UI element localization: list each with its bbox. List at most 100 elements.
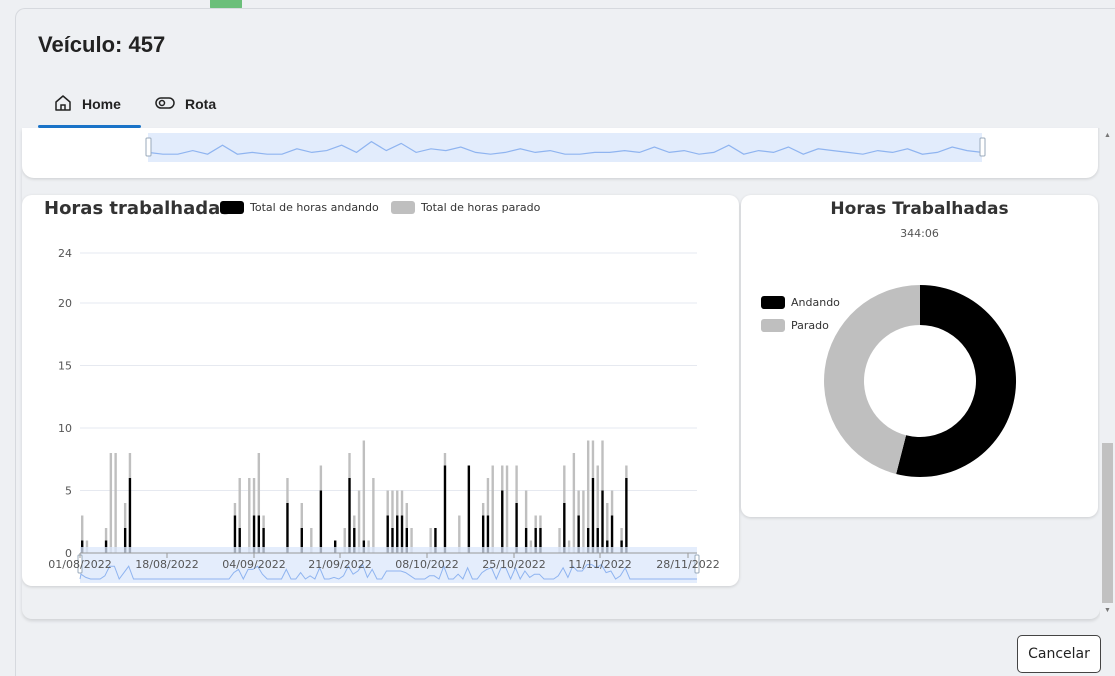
bar-parado[interactable] bbox=[357, 490, 361, 554]
bar-parado[interactable] bbox=[524, 490, 528, 529]
bar-parado[interactable] bbox=[481, 503, 485, 516]
bar-andando[interactable] bbox=[601, 490, 604, 554]
bar-andando[interactable] bbox=[625, 478, 628, 553]
bar-parado[interactable] bbox=[128, 453, 132, 478]
y-tick-label: 24 bbox=[58, 247, 72, 260]
bar-parado[interactable] bbox=[372, 478, 375, 553]
bar-parado[interactable] bbox=[123, 503, 127, 528]
bar-parado[interactable] bbox=[591, 440, 595, 479]
legend-andando[interactable]: Total de horas andando bbox=[220, 201, 379, 214]
bar-andando[interactable] bbox=[319, 490, 323, 554]
legend-parado[interactable]: Total de horas parado bbox=[391, 201, 540, 214]
bar-parado[interactable] bbox=[262, 515, 265, 529]
bar-parado[interactable] bbox=[286, 478, 289, 503]
bar-parado[interactable] bbox=[582, 490, 585, 554]
bar-parado[interactable] bbox=[563, 465, 566, 504]
top-zoom-left-handle[interactable] bbox=[145, 137, 152, 157]
legend-label-parado: Total de horas parado bbox=[421, 201, 541, 214]
bar-andando[interactable] bbox=[443, 465, 447, 554]
pie-legend-parado[interactable]: Parado bbox=[761, 319, 829, 332]
bar-parado[interactable] bbox=[257, 453, 261, 516]
bar-parado[interactable] bbox=[625, 465, 628, 479]
pie-legend-label-parado: Parado bbox=[791, 319, 829, 332]
bar-chart-card: Horas trabalhadas Total de horas andando… bbox=[22, 195, 739, 586]
x-tick-label: 08/10/2022 bbox=[395, 558, 458, 571]
bar-parado[interactable] bbox=[577, 490, 580, 516]
overview-slider[interactable] bbox=[22, 128, 1098, 178]
bar-andando[interactable] bbox=[515, 503, 518, 553]
tab-rota[interactable]: Rota bbox=[155, 84, 216, 124]
bar-parado[interactable] bbox=[248, 478, 251, 553]
y-tick-label: 20 bbox=[58, 297, 72, 310]
bar-andando[interactable] bbox=[501, 490, 504, 554]
bar-parado[interactable] bbox=[539, 515, 542, 529]
bar-parado[interactable] bbox=[572, 453, 576, 553]
bar-parado[interactable] bbox=[396, 490, 399, 516]
tab-rota-label: Rota bbox=[185, 96, 217, 112]
bar-parado[interactable] bbox=[505, 465, 509, 554]
bar-parado[interactable] bbox=[114, 453, 117, 553]
bar-parado[interactable] bbox=[109, 453, 113, 553]
dashboard-scroll-area[interactable]: Horas trabalhadas Total de horas andando… bbox=[22, 128, 1100, 619]
bar-andando[interactable] bbox=[128, 478, 132, 553]
bar-parado[interactable] bbox=[515, 465, 518, 504]
pie-chart-title: Horas Trabalhadas bbox=[830, 199, 1009, 219]
bar-andando[interactable] bbox=[286, 503, 289, 553]
legend-swatch-andando bbox=[220, 201, 244, 214]
tab-home-label: Home bbox=[82, 96, 121, 112]
pie-legend-label-andando: Andando bbox=[791, 296, 840, 309]
bar-parado[interactable] bbox=[586, 440, 590, 529]
y-tick-label: 15 bbox=[58, 360, 72, 373]
bar-parado[interactable] bbox=[233, 503, 237, 516]
bar-parado[interactable] bbox=[443, 453, 447, 466]
bar-parado[interactable] bbox=[400, 490, 404, 516]
bar-andando[interactable] bbox=[591, 478, 595, 553]
bar-andando[interactable] bbox=[348, 478, 351, 553]
bar-andando[interactable] bbox=[467, 465, 471, 554]
x-tick-label: 01/08/2022 bbox=[48, 558, 111, 571]
pie-chart-card: Horas Trabalhadas 344:06 Andando Parado bbox=[741, 195, 1098, 517]
bar-parado[interactable] bbox=[601, 440, 604, 491]
bar-parado[interactable] bbox=[501, 465, 504, 491]
cancel-button[interactable]: Cancelar bbox=[1017, 635, 1101, 673]
bar-parado[interactable] bbox=[300, 503, 303, 528]
bar-parado[interactable] bbox=[348, 453, 351, 478]
x-tick-label: 04/09/2022 bbox=[222, 558, 285, 571]
bar-parado[interactable] bbox=[620, 528, 623, 541]
y-tick-label: 10 bbox=[58, 422, 72, 435]
bar-parado[interactable] bbox=[391, 490, 394, 529]
bar-parado[interactable] bbox=[353, 515, 356, 529]
bar-parado[interactable] bbox=[104, 528, 108, 541]
bar-parado[interactable] bbox=[486, 478, 490, 516]
pie-legend-swatch-andando bbox=[761, 296, 785, 309]
pie-chart-total: 344:06 bbox=[900, 227, 939, 240]
zoom-overview-card bbox=[22, 128, 1098, 178]
bar-parado[interactable] bbox=[319, 465, 323, 491]
top-zoom-right-handle[interactable] bbox=[979, 137, 986, 157]
bar-chart-plot: 051015202401/08/2022 18/08/2022 04/09/2022… bbox=[48, 247, 720, 583]
bar-parado[interactable] bbox=[362, 440, 366, 541]
scroll-down-arrow-icon[interactable]: ▼ bbox=[1100, 605, 1115, 617]
bar-parado[interactable] bbox=[405, 503, 408, 528]
vertical-scrollbar[interactable]: ▲ ▼ bbox=[1100, 128, 1115, 619]
bar-parado[interactable] bbox=[534, 515, 537, 529]
pie-legend-swatch-parado bbox=[761, 319, 785, 332]
bar-chart-title: Horas trabalhadas bbox=[44, 198, 231, 219]
x-tick-label: 21/09/2022 bbox=[308, 558, 371, 571]
bar-parado[interactable] bbox=[81, 515, 84, 541]
bar-parado[interactable] bbox=[610, 490, 614, 516]
bar-parado[interactable] bbox=[238, 478, 241, 528]
bar-parado[interactable] bbox=[606, 503, 609, 541]
bar-parado[interactable] bbox=[491, 465, 494, 554]
bar-parado[interactable] bbox=[386, 490, 389, 516]
y-tick-label: 5 bbox=[65, 485, 72, 498]
home-icon bbox=[54, 94, 82, 115]
scroll-up-arrow-icon[interactable]: ▲ bbox=[1100, 130, 1115, 142]
scrollbar-thumb[interactable] bbox=[1102, 443, 1113, 603]
bar-parado[interactable] bbox=[252, 478, 256, 516]
tab-home[interactable]: Home bbox=[54, 84, 121, 124]
pie-legend-andando[interactable]: Andando bbox=[761, 296, 840, 309]
bar-andando[interactable] bbox=[563, 503, 566, 553]
top-zoom-band[interactable] bbox=[148, 133, 982, 162]
bar-parado[interactable] bbox=[596, 465, 599, 529]
